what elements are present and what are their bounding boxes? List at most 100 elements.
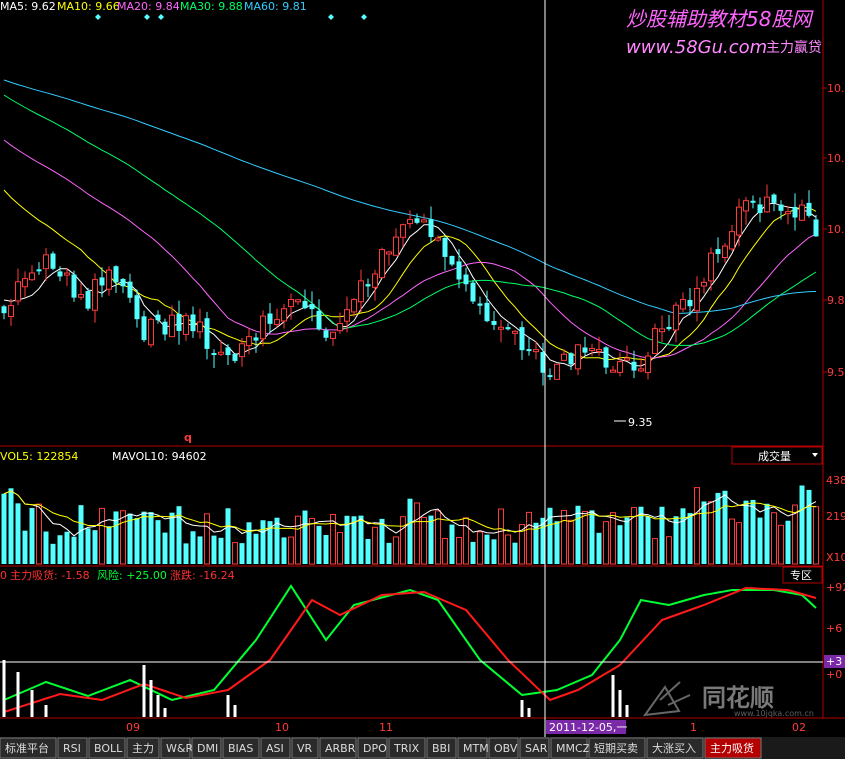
candle-body	[414, 218, 420, 223]
signal-spike	[44, 705, 48, 717]
volume-bar	[260, 520, 266, 564]
candle-body	[225, 347, 231, 356]
tab-6[interactable]: BIAS	[222, 737, 260, 759]
volume-tick: 219	[826, 510, 845, 523]
ma-legend: MA5: 9.62 MA10: 9.66 MA20: 9.84 MA30: 9.…	[0, 0, 307, 13]
ma20-legend: MA20: 9.84	[117, 0, 180, 13]
tab-label: DMI	[197, 742, 218, 755]
candle-body	[729, 231, 735, 250]
cursor-date: 2011-12-05,一	[549, 721, 627, 734]
date-tick: 1	[690, 721, 697, 734]
tab-3[interactable]: 主力	[126, 737, 160, 759]
tab-2[interactable]: BOLL	[88, 737, 126, 759]
tab-label: 短期买卖	[594, 741, 638, 755]
volume-bar	[596, 532, 602, 564]
candle-body	[92, 279, 98, 311]
tab-12[interactable]: BBI	[426, 737, 457, 759]
candle-body	[253, 337, 259, 341]
candle-body	[666, 326, 672, 330]
signal-spike	[163, 708, 167, 717]
tab-label: OBV	[494, 742, 518, 755]
candle-body	[505, 327, 511, 330]
candle-body	[547, 375, 553, 378]
tab-0[interactable]: 标准平台	[0, 737, 57, 759]
candle-body	[141, 316, 147, 341]
tab-18[interactable]: 大涨买入	[646, 737, 704, 759]
tab-4[interactable]: W&R	[160, 737, 193, 759]
volume-bar	[218, 537, 224, 564]
signal-spike	[156, 695, 160, 717]
tab-7[interactable]: ASI	[260, 737, 291, 759]
candle-body	[449, 255, 455, 265]
candle-body	[302, 300, 308, 309]
volume-bar	[22, 530, 28, 564]
ma60-legend: MA60: 9.81	[244, 0, 307, 13]
tab-10[interactable]: DPO	[357, 737, 388, 759]
tab-16[interactable]: MMCZ	[550, 737, 591, 759]
volume-bar	[554, 521, 560, 564]
tab-17[interactable]: 短期买卖	[588, 737, 646, 759]
tab-label: SAR	[525, 742, 548, 755]
tab-label: MMCZ	[556, 742, 591, 755]
volume-bar	[190, 531, 196, 564]
volume-bar	[253, 533, 259, 564]
volume-bar	[589, 510, 595, 564]
date-axis: 09 10 11 1 02 2011-12-05,一	[126, 720, 806, 734]
candle-body	[512, 330, 518, 334]
volume-bar	[316, 525, 322, 564]
candle-body	[421, 219, 427, 223]
indicator-zone-button[interactable]: 专区	[782, 566, 823, 584]
tab-11[interactable]: TRIX	[388, 737, 426, 759]
volume-bar	[246, 522, 252, 564]
svg-text:MAVOL10: 94602: MAVOL10: 94602	[112, 450, 207, 463]
volume-bar	[680, 508, 686, 564]
tab-1[interactable]: RSI	[57, 737, 88, 759]
tab-15[interactable]: SAR	[519, 737, 550, 759]
volume-bar	[169, 512, 175, 564]
volume-bar	[64, 531, 70, 564]
tab-8[interactable]: VR	[291, 737, 319, 759]
volume-selector[interactable]: 成交量	[731, 446, 823, 465]
tab-13[interactable]: MTM	[457, 737, 489, 759]
candle-body	[99, 277, 105, 286]
candle-body	[799, 204, 805, 221]
tab-14[interactable]: OBV	[488, 737, 519, 759]
candle-body	[645, 355, 651, 374]
volume-bar	[736, 522, 742, 565]
volume-bar	[666, 536, 672, 565]
indicator-axis: +92 +6 +3 +0	[824, 581, 845, 681]
panel-frames	[0, 0, 845, 719]
volume-bar	[414, 502, 420, 565]
candle-body	[379, 249, 385, 279]
stock-chart[interactable]: 10. 10. 10. 9.8 9.5 MA5: 9.62 MA10: 9.66…	[0, 0, 845, 759]
candle-body	[78, 294, 84, 298]
tab-19[interactable]: 主力吸货	[704, 737, 762, 759]
volume-bar	[652, 538, 658, 565]
candle-body	[162, 321, 168, 335]
volume-bar	[603, 521, 609, 565]
candle-body	[211, 353, 217, 356]
tab-5[interactable]: DMI	[191, 737, 222, 759]
signal-spike	[2, 660, 6, 717]
candle-body	[155, 314, 161, 321]
volume-bar	[337, 532, 343, 565]
volume-bar	[407, 498, 413, 564]
tab-9[interactable]: ARBR	[319, 737, 357, 759]
svg-text:涨跌: -16.24: 涨跌: -16.24	[170, 568, 235, 582]
candle-body	[652, 328, 658, 354]
date-tick: 09	[126, 721, 140, 734]
candle-body	[323, 330, 329, 338]
candle-body	[1, 306, 7, 314]
candle-body	[680, 298, 686, 310]
volume-bar	[71, 536, 77, 564]
candle-body	[29, 272, 35, 281]
watermark-title: 炒股辅助教材58股网	[626, 7, 814, 31]
signal-spike	[527, 708, 531, 717]
volume-bar	[421, 516, 427, 565]
candle-body	[393, 236, 399, 256]
volume-bar	[470, 541, 476, 564]
candle-body	[120, 278, 126, 287]
candle-body	[785, 211, 791, 215]
candle-body	[813, 219, 819, 237]
candle-body	[22, 278, 28, 288]
